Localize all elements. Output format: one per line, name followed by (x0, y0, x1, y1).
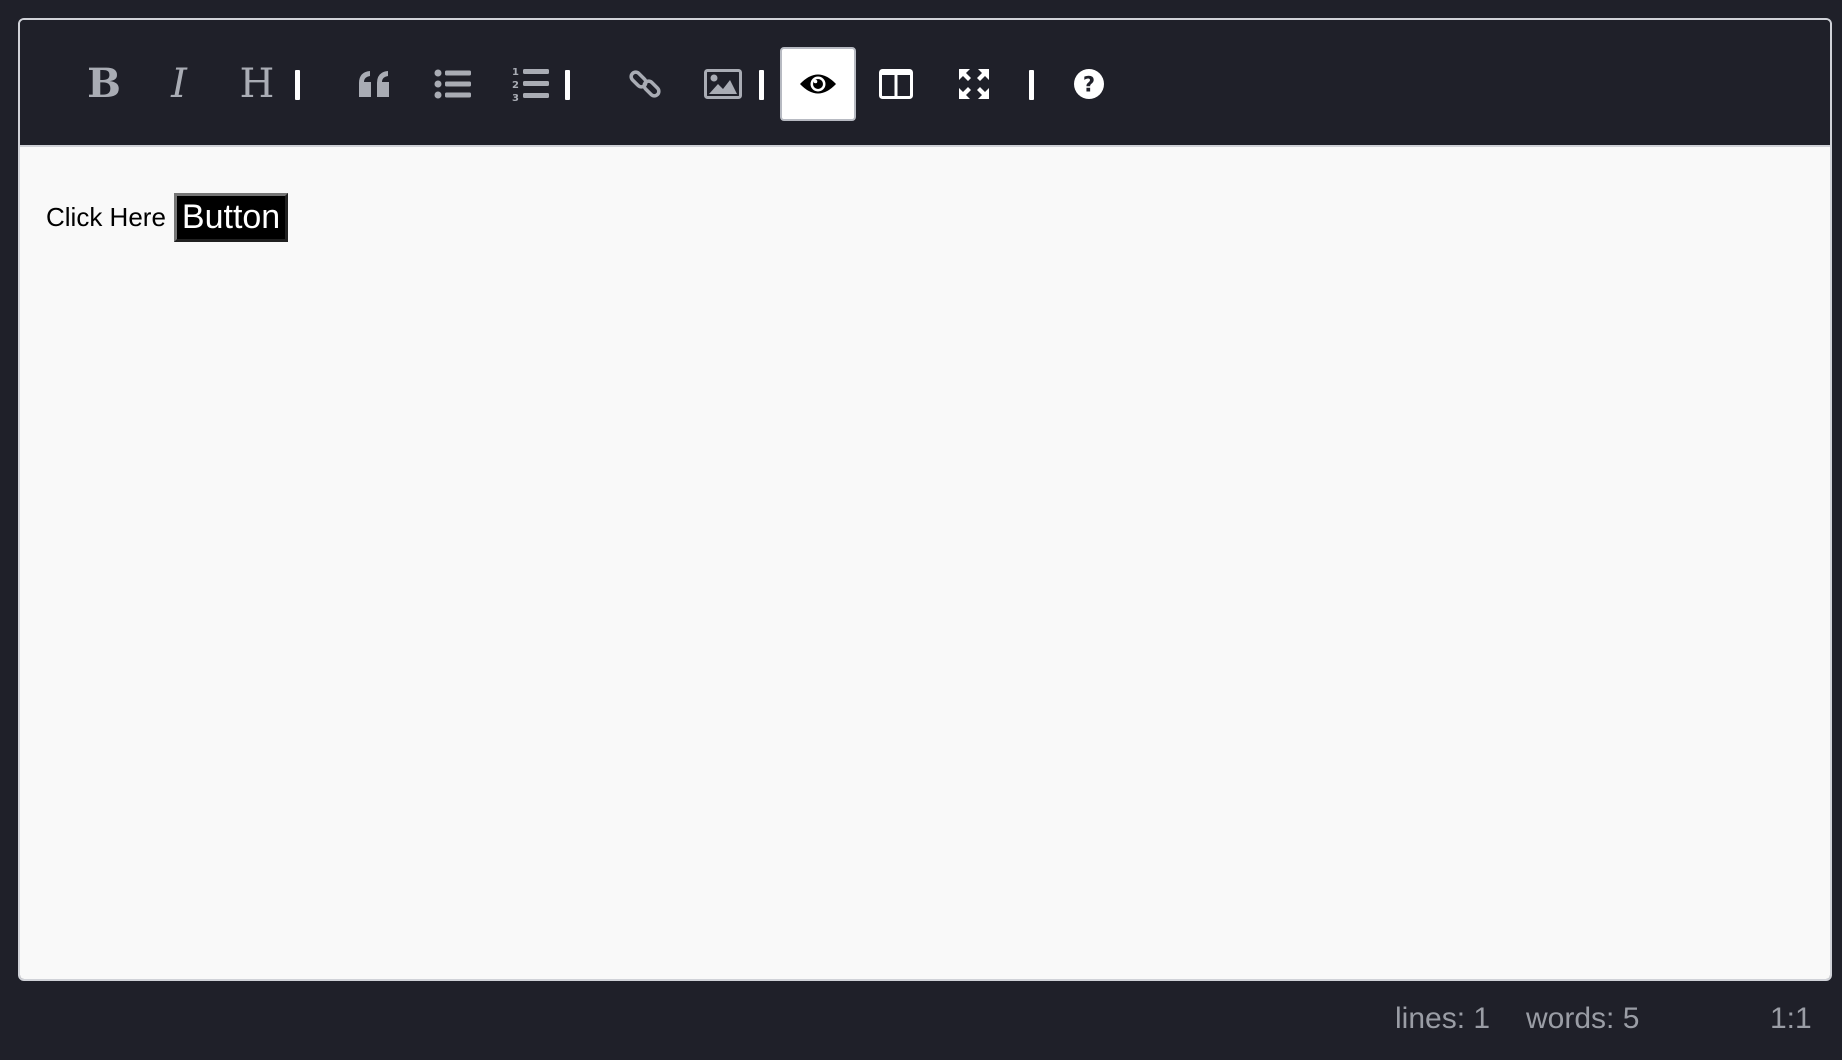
heading-button[interactable]: H (219, 47, 295, 121)
toolbar-separator (565, 70, 570, 100)
preview-text: Click Here (46, 202, 166, 233)
fullscreen-icon (959, 69, 989, 99)
toolbar-separator (1029, 70, 1034, 100)
eye-icon (800, 74, 836, 94)
quote-icon (359, 71, 389, 97)
image-icon (704, 69, 742, 99)
columns-icon (879, 69, 913, 99)
toolbar-separator (295, 70, 300, 100)
markdown-guide-button[interactable]: ? (1051, 47, 1127, 121)
image-button[interactable] (685, 47, 761, 121)
svg-text:?: ? (1083, 73, 1095, 97)
cursor-position: 1:1 (1770, 1002, 1812, 1035)
status-bar: lines: 1 words: 5 1:1 (0, 990, 1842, 1060)
svg-text:3: 3 (512, 93, 519, 102)
word-count: words: 5 (1526, 1002, 1640, 1035)
unordered-list-icon (434, 69, 471, 99)
link-icon (629, 70, 661, 98)
italic-icon: I (171, 61, 187, 107)
bold-icon: B (87, 60, 121, 107)
ordered-list-icon: 1 2 3 (512, 67, 549, 102)
toolbar-separator (759, 70, 764, 100)
markdown-editor: B I H 1 2 3 ? Click Here Button (18, 18, 1832, 981)
svg-text:1: 1 (512, 67, 519, 78)
quote-button[interactable] (337, 47, 413, 121)
preview-button[interactable] (780, 47, 856, 121)
svg-text:2: 2 (512, 80, 519, 91)
heading-icon: H (239, 61, 275, 107)
link-button[interactable] (607, 47, 683, 121)
preview-rendered-button[interactable]: Button (173, 193, 289, 243)
preview-pane: Click Here Button (20, 147, 1830, 979)
line-count: lines: 1 (1395, 1002, 1491, 1035)
ordered-list-button[interactable]: 1 2 3 (493, 47, 569, 121)
fullscreen-button[interactable] (936, 47, 1012, 121)
unordered-list-button[interactable] (415, 47, 491, 121)
question-circle-icon: ? (1074, 69, 1104, 99)
italic-button[interactable]: I (141, 47, 217, 121)
bold-button[interactable]: B (66, 47, 142, 121)
side-by-side-button[interactable] (858, 47, 934, 121)
editor-toolbar: B I H 1 2 3 ? (20, 20, 1830, 147)
preview-paragraph: Click Here Button (46, 193, 289, 243)
